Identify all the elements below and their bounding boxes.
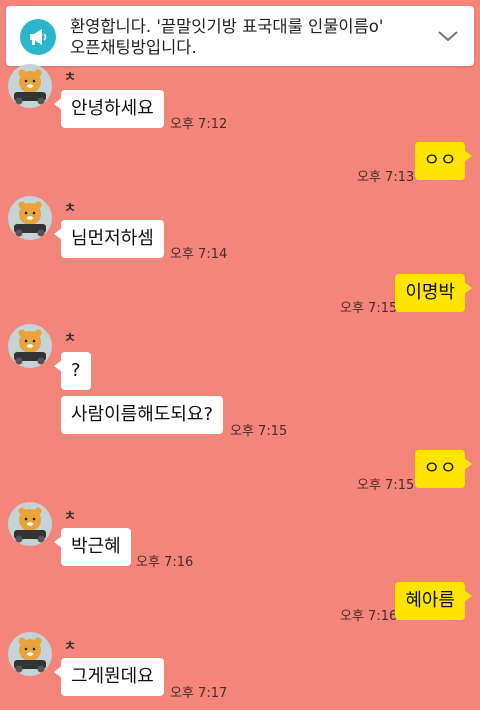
message-bubble-incoming[interactable]: 안녕하세요: [54, 90, 164, 128]
message-time: 오후 7:12: [170, 117, 228, 132]
message-bubble-outgoing[interactable]: ㅇㅇ: [415, 450, 472, 488]
message-bubble-outgoing[interactable]: ㅇㅇ: [415, 142, 472, 180]
megaphone-icon: [20, 19, 56, 55]
avatar[interactable]: [8, 196, 52, 240]
message-bubble-incoming[interactable]: 그게뭔데요: [54, 658, 164, 696]
message-time: 오후 7:14: [170, 247, 228, 262]
sender-name: ㅊ: [64, 331, 76, 346]
message-bubble-incoming[interactable]: 님먼저하셈: [54, 220, 164, 258]
message-time: 오후 7:17: [170, 686, 228, 701]
avatar[interactable]: [8, 502, 52, 546]
sender-name: ㅊ: [64, 509, 76, 524]
avatar[interactable]: [8, 324, 52, 368]
sender-name: ㅊ: [64, 639, 76, 654]
message-time: 오후 7:15: [340, 301, 398, 316]
message-bubble-incoming[interactable]: ?: [54, 352, 91, 390]
notice-banner[interactable]: 환영합니다. '끝말잇기방 표국대룰 인물이름o' 오픈채팅방입니다.: [6, 6, 474, 66]
chevron-down-icon[interactable]: [436, 28, 460, 44]
sender-name: ㅊ: [64, 201, 76, 216]
avatar[interactable]: [8, 632, 52, 676]
sender-name: ㅊ: [64, 70, 76, 85]
message-time: 오후 7:15: [230, 424, 288, 439]
message-bubble-incoming[interactable]: 박근혜: [54, 528, 131, 566]
message-time: 오후 7:15: [357, 478, 415, 493]
message-bubble-incoming[interactable]: 사람이름해도되요?: [61, 396, 224, 434]
avatar[interactable]: [8, 64, 52, 108]
message-bubble-outgoing[interactable]: 이명박: [395, 274, 472, 312]
message-time: 오후 7:13: [357, 170, 415, 185]
message-time: 오후 7:16: [136, 555, 194, 570]
message-bubble-outgoing[interactable]: 혜아름: [395, 582, 472, 620]
notice-line-1: 환영합니다. '끝말잇기방 표국대룰 인물이름o': [70, 17, 384, 36]
message-time: 오후 7:16: [340, 609, 398, 624]
notice-text: 환영합니다. '끝말잇기방 표국대룰 인물이름o' 오픈채팅방입니다.: [70, 16, 430, 58]
notice-line-2: 오픈채팅방입니다.: [70, 38, 197, 57]
